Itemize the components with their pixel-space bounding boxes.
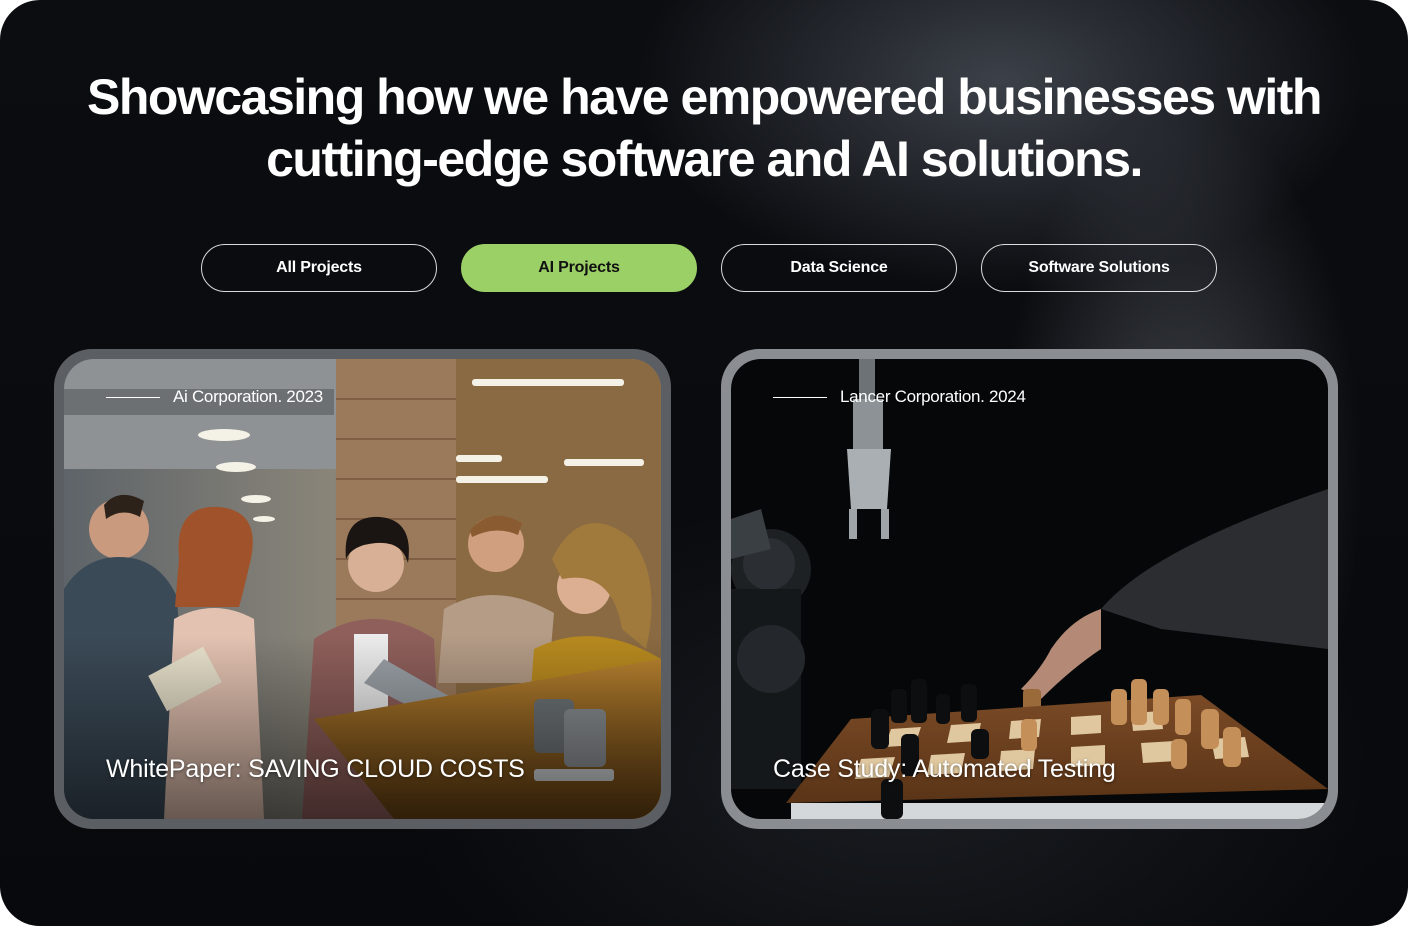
project-meta: Lancer Corporation. 2024 [773, 387, 1026, 407]
project-title[interactable]: Case Study: Automated Testing [773, 755, 1116, 784]
project-filter-tabs: All Projects AI Projects Data Science So… [201, 244, 1217, 292]
project-meta: Ai Corporation. 2023 [106, 387, 323, 407]
project-client-year: Lancer Corporation. 2024 [840, 387, 1026, 406]
meta-divider-line [773, 396, 827, 398]
filter-data-science[interactable]: Data Science [721, 244, 957, 292]
filter-all-projects[interactable]: All Projects [201, 244, 437, 292]
project-card-lancer-corporation[interactable]: Lancer Corporation. 2024 Case Study: Aut… [721, 349, 1338, 829]
project-card-ai-corporation[interactable]: Ai Corporation. 2023 WhitePaper: SAVING … [54, 349, 671, 829]
meta-divider-line [106, 396, 160, 398]
team-collaboration-photo [64, 359, 661, 819]
project-title[interactable]: WhitePaper: SAVING CLOUD COSTS [106, 755, 525, 784]
projects-showcase: Showcasing how we have empowered busines… [0, 0, 1408, 926]
project-client-year: Ai Corporation. 2023 [173, 387, 323, 406]
section-headline: Showcasing how we have empowered busines… [60, 66, 1348, 190]
headline-line-2: cutting-edge software and AI solutions. [266, 131, 1143, 187]
headline-line-1: Showcasing how we have empowered busines… [87, 69, 1322, 125]
filter-ai-projects[interactable]: AI Projects [461, 244, 697, 292]
filter-software-solutions[interactable]: Software Solutions [981, 244, 1217, 292]
robot-chess-photo [731, 359, 1328, 819]
